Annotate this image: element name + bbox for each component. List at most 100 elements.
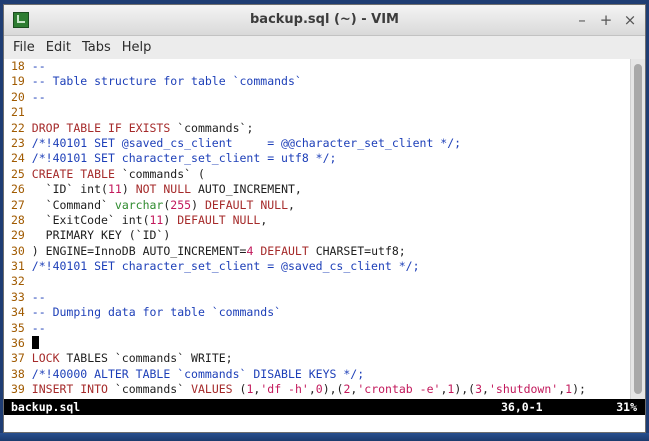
- line-number: 37: [11, 351, 25, 366]
- code-line[interactable]: 32: [4, 274, 631, 289]
- code-line[interactable]: 33 --: [4, 290, 631, 305]
- code-token: CHARSET=utf8;: [308, 243, 406, 258]
- code-line[interactable]: 24 /*!40101 SET character_set_client = u…: [4, 151, 631, 166]
- code-token: --: [31, 59, 46, 73]
- code-token: -- Table structure for table `commands`: [31, 74, 302, 89]
- code-token: (: [232, 382, 247, 397]
- code-token: `Command`: [31, 197, 115, 212]
- code-token: -- Dumping data for table `commands`: [31, 305, 282, 320]
- code-line[interactable]: 38 /*!40000 ALTER TABLE `commands` DISAB…: [4, 367, 631, 382]
- line-number: 22: [11, 120, 25, 135]
- status-line: backup.sql 36,0-1 31%: [4, 399, 645, 415]
- code-line[interactable]: 25 CREATE TABLE `commands` (: [4, 167, 631, 182]
- desktop-background: [0, 433, 649, 441]
- line-number: 25: [11, 166, 25, 181]
- line-number: 34: [11, 305, 25, 320]
- line-number: 31: [11, 259, 25, 274]
- code-line[interactable]: 23 /*!40101 SET @saved_cs_client = @@cha…: [4, 136, 631, 151]
- code-token: 11: [107, 182, 122, 197]
- line-number: 23: [11, 135, 25, 150]
- menu-help[interactable]: Help: [117, 38, 157, 57]
- line-number: 33: [11, 289, 25, 304]
- line-number: 28: [11, 212, 25, 227]
- line-number: 24: [11, 151, 25, 166]
- code-line[interactable]: 30 ) ENGINE=InnoDB AUTO_INCREMENT=4 DEFA…: [4, 244, 631, 259]
- code-token: );: [572, 382, 586, 397]
- menu-file[interactable]: File: [8, 38, 40, 57]
- code-line[interactable]: 39 INSERT INTO `commands` VALUES (1,'df …: [4, 382, 631, 397]
- close-button[interactable]: ×: [623, 11, 637, 29]
- code-line[interactable]: 36: [4, 336, 631, 351]
- line-number: 29: [11, 228, 25, 243]
- code-token: `ExitCode` int(: [31, 212, 150, 227]
- code-line[interactable]: 26 `ID` int(11) NOT NULL AUTO_INCREMENT,: [4, 182, 631, 197]
- title-bar[interactable]: backup.sql (~) - VIM – + ×: [4, 5, 645, 36]
- code-token: DEFAULT NULL: [204, 197, 289, 212]
- command-line[interactable]: [4, 415, 645, 432]
- line-number: 36: [11, 336, 25, 351]
- code-token: INSERT INTO: [31, 382, 108, 397]
- code-token: ) ENGINE=InnoDB AUTO_INCREMENT=: [31, 243, 247, 258]
- window-controls: – + ×: [575, 10, 637, 30]
- code-token: `commands`;: [170, 120, 254, 135]
- code-line[interactable]: 29 PRIMARY KEY (`ID`): [4, 228, 631, 243]
- line-number: 19: [11, 74, 25, 89]
- code-token: `commands`: [107, 382, 192, 397]
- line-number: 27: [11, 197, 25, 212]
- line-number: 26: [11, 182, 25, 197]
- code-token: 3: [475, 382, 483, 397]
- code-token: `commands` (: [114, 166, 205, 181]
- line-number: 30: [11, 243, 25, 258]
- code-line[interactable]: 35 --: [4, 321, 631, 336]
- line-number: 18: [11, 59, 25, 73]
- window-title: backup.sql (~) - VIM: [249, 12, 399, 27]
- menu-tabs[interactable]: Tabs: [77, 38, 116, 57]
- code-token: 255: [170, 197, 192, 212]
- status-cursor-position: 36,0-1: [501, 400, 543, 414]
- maximize-button[interactable]: +: [599, 11, 613, 29]
- code-line[interactable]: 18 --: [4, 59, 631, 74]
- code-token: 11: [149, 212, 164, 227]
- code-token: PRIMARY KEY (`ID`): [31, 228, 171, 243]
- code-line[interactable]: 21: [4, 105, 631, 120]
- code-token: varchar: [114, 197, 164, 212]
- text-editor-area[interactable]: 18 -- 19 -- Table structure for table `co…: [4, 59, 631, 399]
- vertical-scrollbar[interactable]: [630, 59, 645, 399]
- code-token: NOT NULL: [135, 182, 192, 197]
- code-token: `ID` int(: [31, 182, 108, 197]
- code-token: 0: [315, 382, 323, 397]
- code-token: DROP TABLE IF EXISTS: [31, 120, 171, 135]
- menu-edit[interactable]: Edit: [41, 38, 76, 57]
- code-line[interactable]: 22 DROP TABLE IF EXISTS `commands`;: [4, 121, 631, 136]
- code-line[interactable]: 37 LOCK TABLES `commands` WRITE;: [4, 351, 631, 366]
- code-token: AUTO_INCREMENT,: [191, 182, 302, 197]
- code-line[interactable]: 28 `ExitCode` int(11) DEFAULT NULL,: [4, 213, 631, 228]
- line-number: 20: [11, 89, 25, 104]
- line-number: 32: [11, 274, 25, 289]
- code-token: ,: [260, 212, 268, 227]
- code-line[interactable]: 27 `Command` varchar(255) DEFAULT NULL,: [4, 198, 631, 213]
- code-token: ),(: [322, 382, 344, 397]
- menu-bar: File Edit Tabs Help: [4, 36, 645, 58]
- code-token: CREATE TABLE: [31, 166, 115, 181]
- code-token: /*!40101 SET @saved_cs_client = @@charac…: [31, 135, 462, 150]
- text-cursor: [31, 336, 39, 350]
- minimize-button[interactable]: –: [575, 11, 589, 29]
- status-filename: backup.sql: [11, 400, 81, 414]
- code-token: --: [31, 320, 46, 335]
- code-token: ): [121, 182, 136, 197]
- code-token: VALUES: [191, 382, 233, 397]
- scrollbar-thumb[interactable]: [634, 64, 642, 394]
- code-line[interactable]: 34 -- Dumping data for table `commands`: [4, 305, 631, 320]
- code-line[interactable]: 19 -- Table structure for table `command…: [4, 74, 631, 89]
- code-token: DEFAULT: [260, 243, 309, 258]
- code-token: ,: [482, 382, 489, 397]
- code-token: ),(: [454, 382, 476, 397]
- code-token: --: [31, 89, 46, 104]
- line-number: 39: [11, 382, 25, 397]
- line-number: 35: [11, 320, 25, 335]
- code-token: TABLES `commands` WRITE;: [59, 351, 233, 366]
- code-token: /*!40101 SET character_set_client = @sav…: [31, 259, 420, 274]
- code-line[interactable]: 31 /*!40101 SET character_set_client = @…: [4, 259, 631, 274]
- code-line[interactable]: 20 --: [4, 90, 631, 105]
